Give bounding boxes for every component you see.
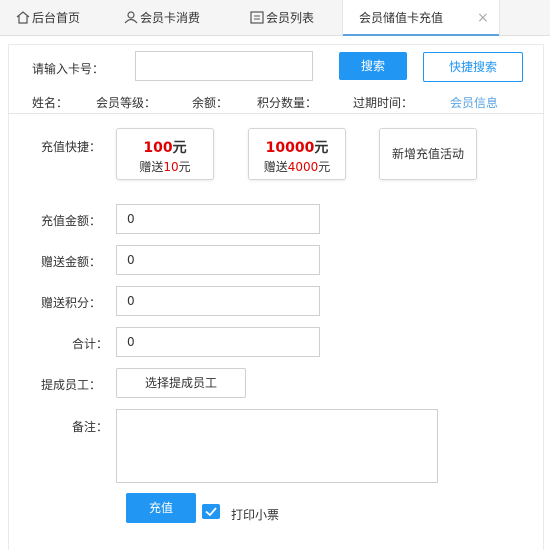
divider <box>8 113 544 114</box>
quick-search-button[interactable]: 快捷搜索 <box>423 52 523 82</box>
bonus-amount-input[interactable]: 0 <box>116 245 320 275</box>
remark-textarea[interactable] <box>116 409 438 483</box>
recharge-amount-label: 充值金额： <box>41 214 102 228</box>
close-icon[interactable]: × <box>477 0 489 36</box>
select-staff-button[interactable]: 选择提成员工 <box>116 368 246 398</box>
level-label: 会员等级： <box>96 96 157 110</box>
recharge-bonus: 赠送10元 <box>139 160 191 174</box>
recharge-amount-input[interactable]: 0 <box>116 204 320 234</box>
name-label: 姓名： <box>32 96 69 110</box>
staff-label: 提成员工： <box>41 378 102 392</box>
tab-stored-value-recharge[interactable]: 会员储值卡充值 × <box>342 0 500 37</box>
expire-label: 过期时间： <box>353 96 414 110</box>
tab-home[interactable]: 后台首页 <box>0 0 108 36</box>
total-label: 合计： <box>72 337 109 351</box>
tab-bar: 后台首页 会员卡消费 会员列表 会员储值卡充值 × <box>0 0 550 37</box>
quick-recharge-label: 充值快捷： <box>41 140 102 154</box>
new-recharge-activity-button[interactable]: 新增充值活动 <box>379 128 477 180</box>
recharge-amount: 10000元 <box>265 140 329 156</box>
list-icon <box>250 11 264 24</box>
print-receipt-label: 打印小票 <box>231 508 280 522</box>
recharge-amount: 100元 <box>143 140 187 156</box>
tab-member-consume[interactable]: 会员卡消费 <box>108 0 234 36</box>
tab-label: 会员储值卡充值 <box>359 11 444 25</box>
member-info-link[interactable]: 会员信息 <box>450 94 498 111</box>
recharge-submit-button[interactable]: 充值 <box>126 493 196 523</box>
checkmark-icon <box>205 507 217 517</box>
search-button[interactable]: 搜索 <box>339 52 407 80</box>
recharge-bonus: 赠送4000元 <box>263 160 331 174</box>
points-label: 积分数量： <box>257 96 318 110</box>
tab-member-list[interactable]: 会员列表 <box>234 0 342 36</box>
bonus-points-label: 赠送积分： <box>41 296 102 310</box>
total-input[interactable]: 0 <box>116 327 320 357</box>
remark-label: 备注： <box>72 420 109 434</box>
card-number-input[interactable] <box>135 51 313 81</box>
tab-label: 会员列表 <box>266 11 315 25</box>
quick-recharge-option-100[interactable]: 100元 赠送10元 <box>116 128 214 180</box>
user-icon <box>124 11 138 24</box>
card-number-label: 请输入卡号： <box>32 62 105 76</box>
quick-recharge-option-10000[interactable]: 10000元 赠送4000元 <box>248 128 346 180</box>
bonus-amount-label: 赠送金额： <box>41 255 102 269</box>
tab-label: 会员卡消费 <box>140 11 201 25</box>
home-icon <box>16 11 30 24</box>
balance-label: 余额： <box>192 96 229 110</box>
tab-label: 后台首页 <box>32 11 81 25</box>
bonus-points-input[interactable]: 0 <box>116 286 320 316</box>
print-receipt-checkbox[interactable] <box>202 504 220 519</box>
